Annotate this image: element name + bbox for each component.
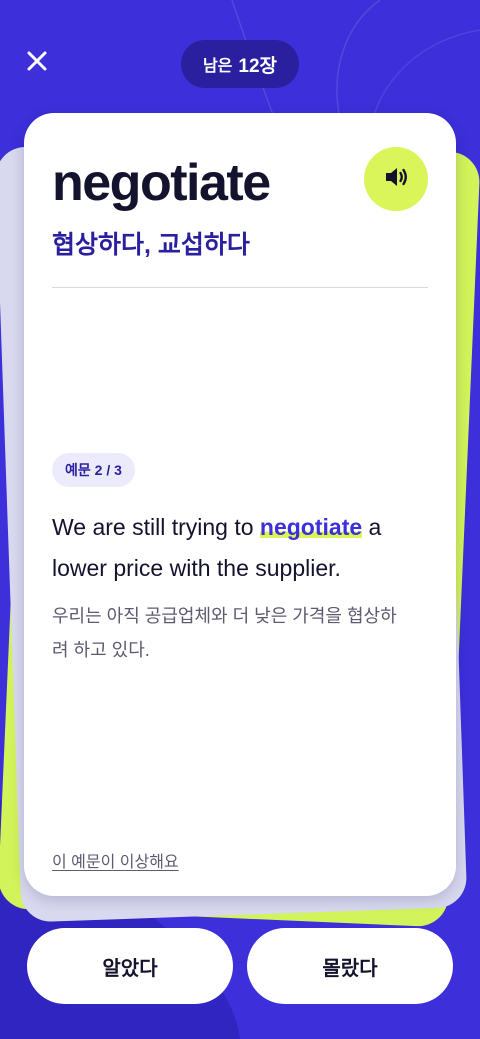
speaker-icon bbox=[382, 163, 410, 196]
known-button[interactable]: 알았다 bbox=[27, 928, 233, 1004]
example-translation: 우리는 아직 공급업체와 더 낮은 가격을 협상하려 하고 있다. bbox=[52, 606, 397, 660]
word-title: negotiate bbox=[52, 154, 271, 212]
word-meaning: 협상하다, 교섭하다 bbox=[52, 231, 250, 259]
remaining-count: 12장 bbox=[238, 55, 278, 77]
pronunciation-button[interactable] bbox=[364, 147, 428, 211]
close-icon bbox=[26, 50, 48, 77]
divider bbox=[52, 287, 428, 288]
close-button[interactable] bbox=[22, 48, 52, 78]
example-sentence: We are still trying to negotiate a lower… bbox=[52, 507, 432, 589]
sentence-part-before: We are still trying to bbox=[52, 514, 260, 540]
example-counter-badge: 예문 2 / 3 bbox=[52, 453, 135, 487]
flashcard: negotiate 협상하다, 교섭하다 예문 2 / 3 We are sti… bbox=[24, 113, 456, 896]
remaining-label: 남은 bbox=[202, 58, 233, 75]
report-example-link[interactable]: 이 예문이 이상해요 bbox=[52, 848, 179, 872]
sentence-highlight-word: negotiate bbox=[259, 514, 363, 540]
unknown-button[interactable]: 몰랐다 bbox=[247, 928, 453, 1004]
remaining-cards-badge: 남은 12장 bbox=[180, 40, 300, 88]
